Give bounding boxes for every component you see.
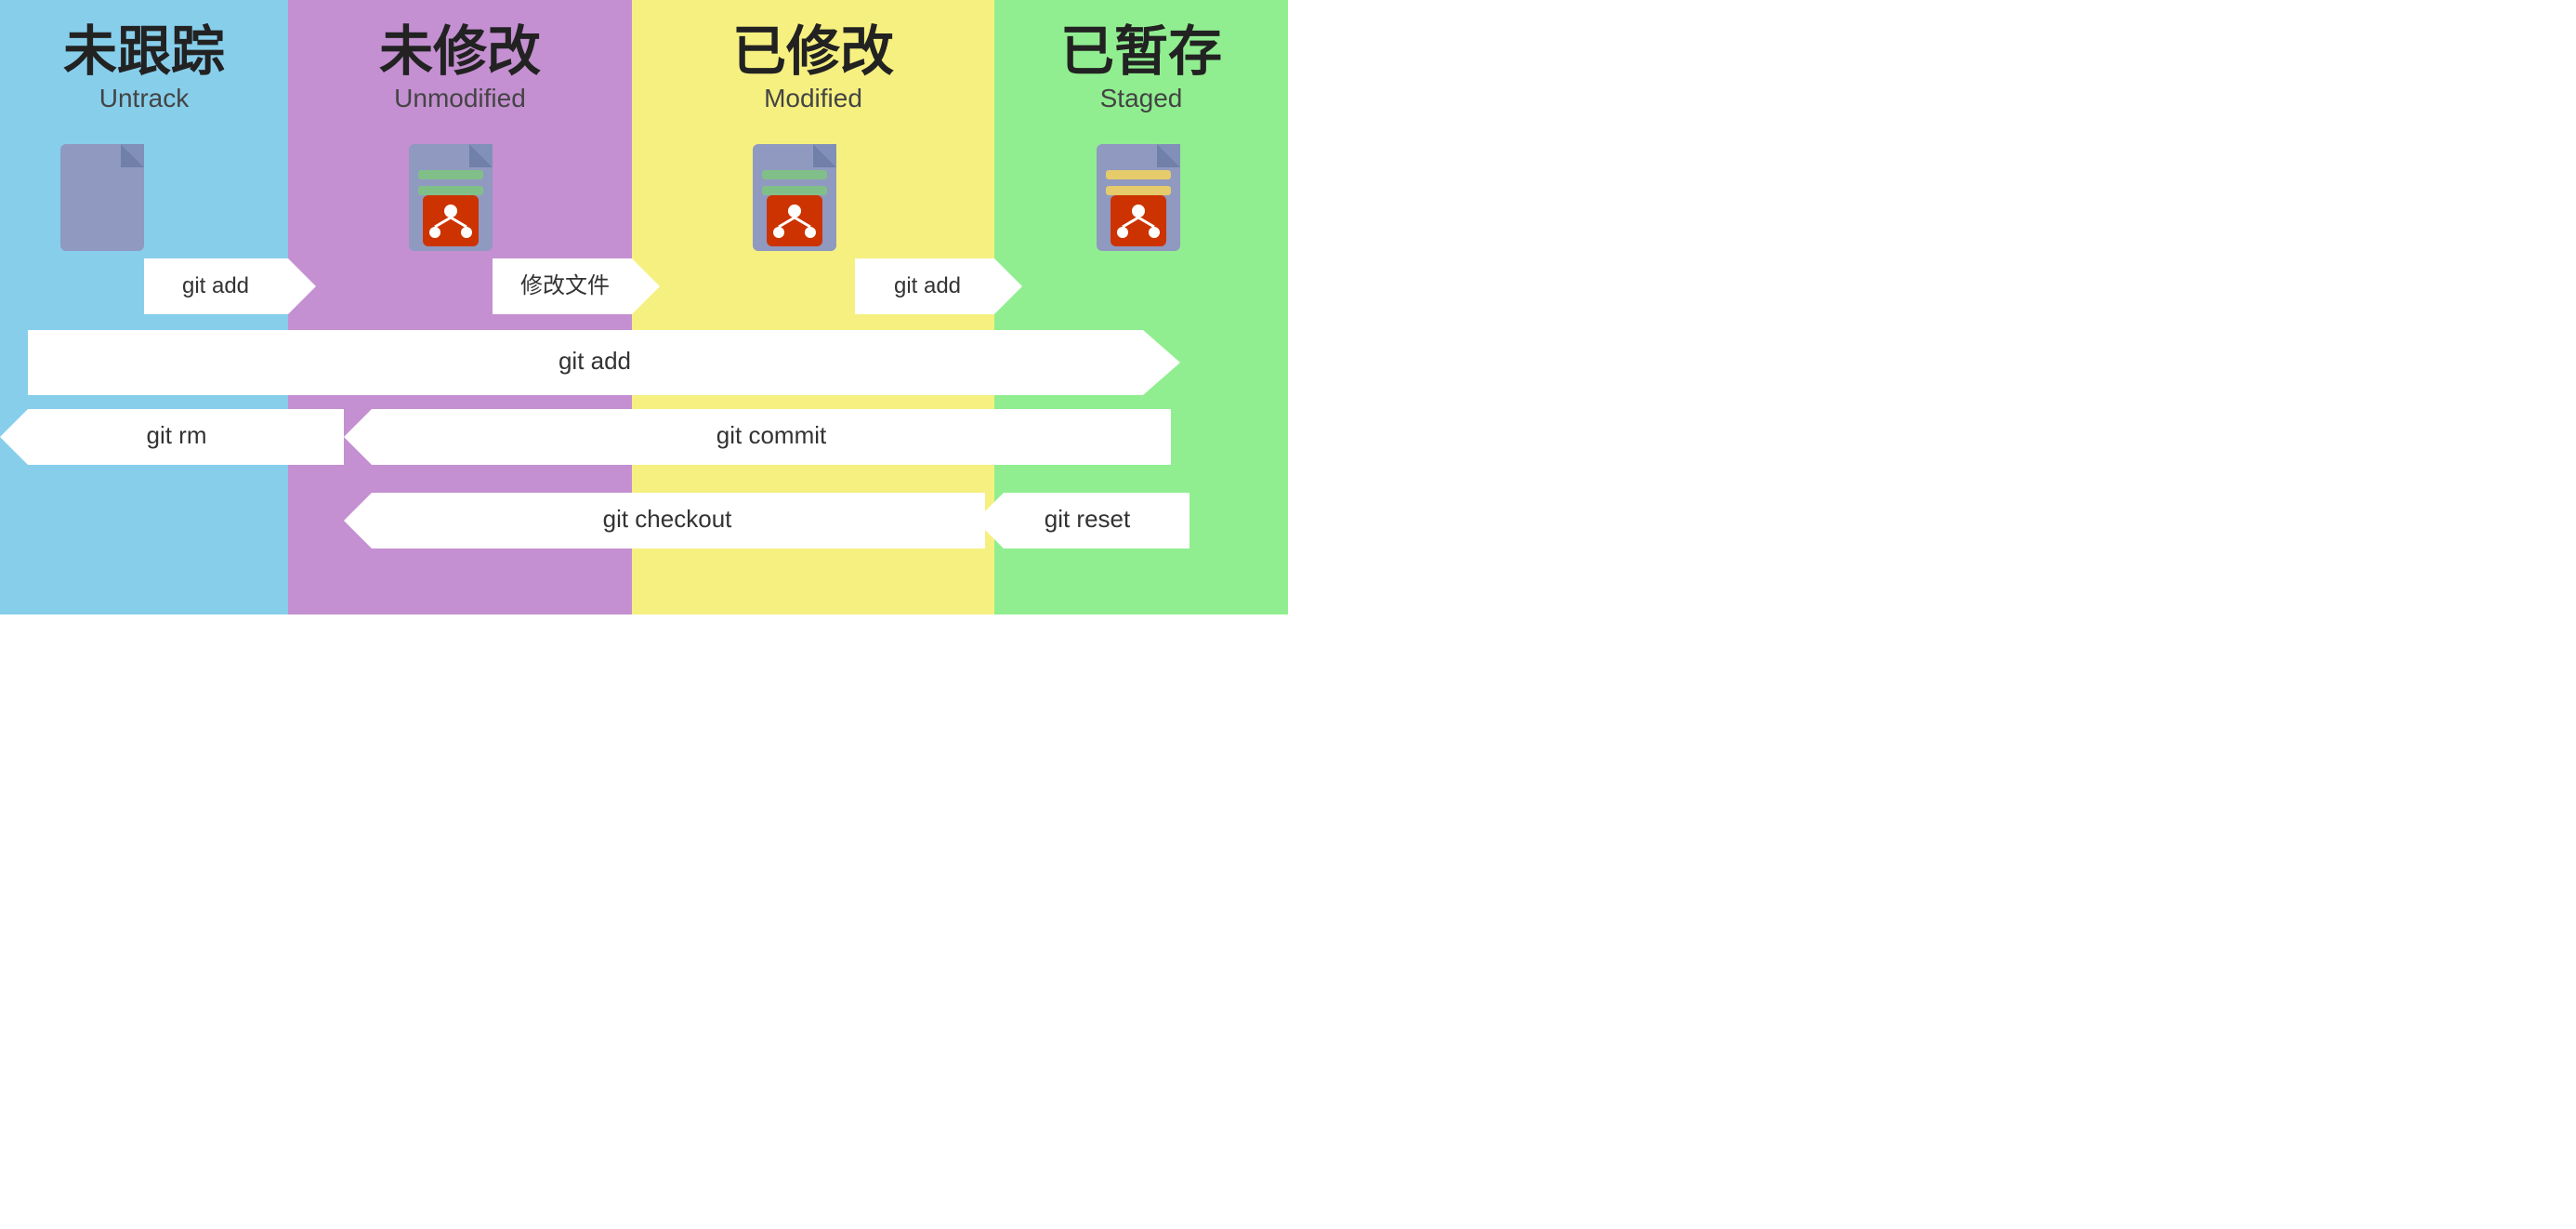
zone-modified-english: Modified: [764, 84, 862, 112]
arrow-git-rm: git rm: [0, 409, 344, 465]
arrow-git-commit: git commit: [344, 409, 1171, 465]
zone-unmodified-chinese: 未修改: [379, 21, 541, 82]
zone-untrack-chinese: 未跟踪: [63, 21, 225, 82]
arrow-git-add-1: git add: [144, 258, 316, 314]
arrow-modify-file: 修改文件: [493, 258, 660, 314]
file-icon-untrack: [60, 144, 144, 251]
label-git-checkout: git checkout: [603, 505, 733, 533]
arrow-git-add-2: git add: [855, 258, 1022, 314]
label-git-add-1: git add: [182, 273, 249, 298]
label-git-add-long: git add: [559, 347, 631, 375]
label-git-rm: git rm: [147, 421, 207, 449]
arrow-git-add-long: git add: [28, 330, 1180, 395]
zone-staged-chinese: 已暂存: [1060, 21, 1222, 82]
label-git-add-2: git add: [894, 273, 961, 298]
file-icon-unmodified: [409, 144, 493, 251]
file-icon-staged: [1097, 144, 1180, 251]
zone-staged-english: Staged: [1100, 84, 1183, 112]
label-git-commit: git commit: [716, 421, 827, 449]
arrow-git-reset: git reset: [976, 493, 1189, 548]
label-git-reset: git reset: [1045, 505, 1131, 533]
arrow-git-checkout: git checkout: [344, 493, 985, 548]
zone-untrack-english: Untrack: [99, 84, 190, 112]
zone-unmodified-english: Unmodified: [394, 84, 526, 112]
label-modify-file: 修改文件: [520, 273, 610, 298]
file-icon-modified: [753, 144, 836, 251]
zone-modified-chinese: 已修改: [732, 21, 894, 82]
